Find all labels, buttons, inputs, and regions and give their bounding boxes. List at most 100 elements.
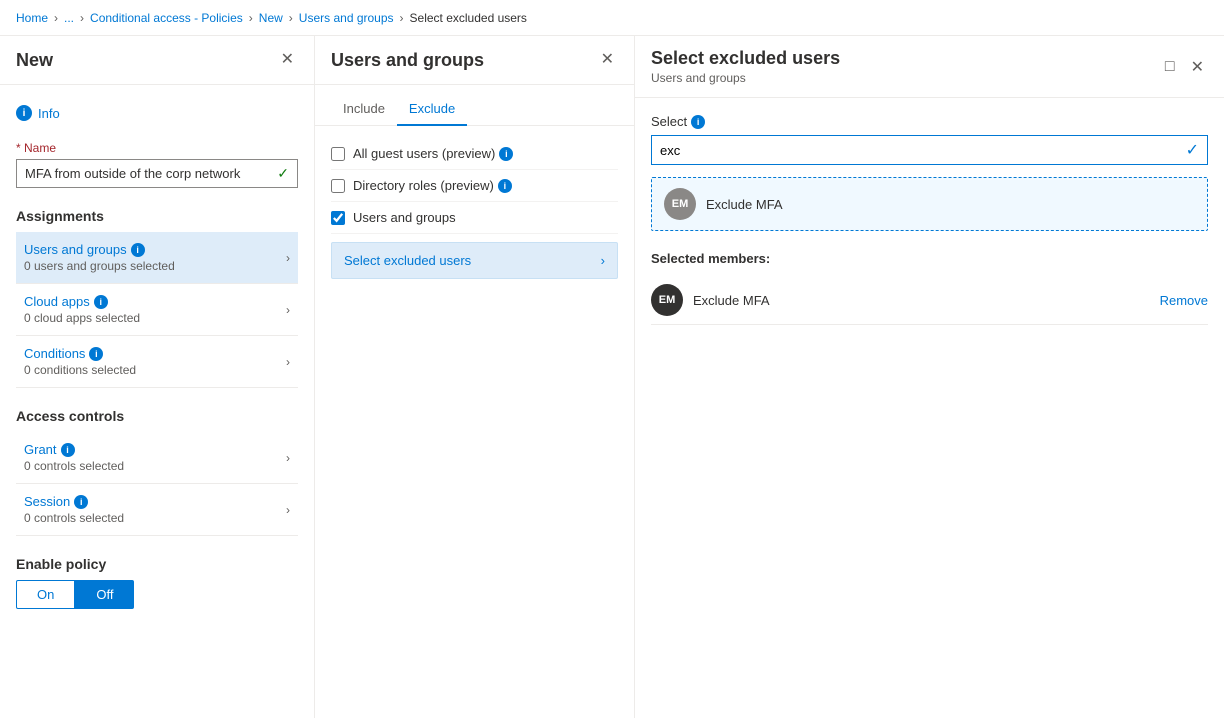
panel-users-title: Users and groups [331,50,484,71]
toggle-group: On Off [16,580,298,609]
search-input[interactable] [660,143,1186,158]
nav-item-users-groups-left: Users and groups i 0 users and groups se… [24,242,175,273]
session-info-icon[interactable]: i [74,495,88,509]
panel-excluded-header-left: Select excluded users Users and groups [651,48,840,85]
selected-members-label: Selected members: [651,251,1208,266]
nav-item-conditions-label: Conditions i [24,346,136,361]
users-and-groups-label[interactable]: Users and groups [353,210,456,225]
breadcrumb-sep-2: › [80,11,84,25]
breadcrumb-tenant[interactable]: ... [64,11,74,25]
nav-item-users-groups[interactable]: Users and groups i 0 users and groups se… [16,232,298,284]
users-groups-chevron-icon: › [286,251,290,265]
panel-excluded-header: Select excluded users Users and groups □… [635,36,1224,98]
breadcrumb-sep-1: › [54,11,58,25]
cloud-apps-info-icon[interactable]: i [94,295,108,309]
breadcrumb-home[interactable]: Home [16,11,48,25]
breadcrumb-sep-5: › [400,11,404,25]
breadcrumb-new[interactable]: New [259,11,283,25]
info-label: Info [38,106,60,121]
info-bar: i Info [16,97,298,129]
users-groups-info-icon[interactable]: i [131,243,145,257]
select-excluded-chevron-icon: › [601,253,605,268]
panel-new-title: New [16,50,53,71]
member-row-0: EM Exclude MFA Remove [651,276,1208,325]
all-guest-users-label[interactable]: All guest users (preview) i [353,146,513,161]
enable-policy-label: Enable policy [16,556,298,572]
session-chevron-icon: › [286,503,290,517]
toggle-off-button[interactable]: Off [75,580,134,609]
panel-excluded-close-button[interactable]: ✕ [1187,53,1208,81]
search-check-icon: ✓ [1186,140,1199,160]
select-excluded-users-label: Select excluded users [344,253,471,268]
panel-excluded-subtitle: Users and groups [651,71,840,85]
select-info-icon[interactable]: i [691,115,705,129]
breadcrumb-policies[interactable]: Conditional access - Policies [90,11,243,25]
tab-include[interactable]: Include [331,93,397,126]
cloud-apps-chevron-icon: › [286,303,290,317]
nav-item-cloud-apps-left: Cloud apps i 0 cloud apps selected [24,294,140,325]
nav-item-session-label: Session i [24,494,124,509]
assignments-title: Assignments [16,208,298,224]
breadcrumb-current: Select excluded users [410,11,527,25]
panel-users-content: All guest users (preview) i Directory ro… [315,126,634,718]
panel-excluded-content: Select i ✓ EM Exclude MFA Selected membe… [635,98,1224,718]
name-value: MFA from outside of the corp network [25,166,240,181]
grant-info-icon[interactable]: i [61,443,75,457]
all-guest-users-checkbox[interactable] [331,147,345,161]
panel-excluded: Select excluded users Users and groups □… [635,36,1224,718]
panel-users-header: Users and groups ✕ [315,36,634,85]
conditions-chevron-icon: › [286,355,290,369]
access-controls-section: Access controls Grant i 0 controls selec… [16,408,298,536]
enable-policy-section: Enable policy On Off [16,556,298,625]
users-and-groups-checkbox[interactable] [331,211,345,225]
checkbox-all-guest-users: All guest users (preview) i [331,138,618,170]
nav-item-session-sub: 0 controls selected [24,511,124,525]
panel-new-close-button[interactable]: ✕ [277,48,298,72]
breadcrumb-sep-3: › [249,11,253,25]
directory-roles-info-icon[interactable]: i [498,179,512,193]
grant-chevron-icon: › [286,451,290,465]
nav-item-users-groups-sub: 0 users and groups selected [24,259,175,273]
all-guest-info-icon[interactable]: i [499,147,513,161]
panel-new: New ✕ i Info Name MFA from outside of th… [0,36,315,718]
nav-item-session-left: Session i 0 controls selected [24,494,124,525]
search-input-container[interactable]: ✓ [651,135,1208,165]
panel-new-header: New ✕ [0,36,314,85]
maximize-button[interactable]: □ [1161,54,1179,80]
directory-roles-checkbox[interactable] [331,179,345,193]
selected-members-section: Selected members: EM Exclude MFA Remove [651,251,1208,325]
name-input[interactable]: MFA from outside of the corp network ✓ [16,159,298,188]
name-check-icon: ✓ [277,165,289,182]
nav-item-grant[interactable]: Grant i 0 controls selected › [16,432,298,484]
selected-item-name: Exclude MFA [706,197,783,212]
nav-item-cloud-apps[interactable]: Cloud apps i 0 cloud apps selected › [16,284,298,336]
nav-item-cloud-apps-sub: 0 cloud apps selected [24,311,140,325]
nav-item-conditions-left: Conditions i 0 conditions selected [24,346,136,377]
nav-item-grant-left: Grant i 0 controls selected [24,442,124,473]
selected-item-box: EM Exclude MFA [651,177,1208,231]
member-name-0: Exclude MFA [693,293,1150,308]
info-icon: i [16,105,32,121]
member-avatar-0: EM [651,284,683,316]
tab-exclude[interactable]: Exclude [397,93,467,126]
panel-new-content: i Info Name MFA from outside of the corp… [0,85,314,718]
member-remove-button-0[interactable]: Remove [1160,293,1208,308]
access-controls-title: Access controls [16,408,298,424]
conditions-info-icon[interactable]: i [89,347,103,361]
panel-excluded-title: Select excluded users [651,48,840,69]
directory-roles-label[interactable]: Directory roles (preview) i [353,178,512,193]
breadcrumb-sep-4: › [289,11,293,25]
tabs: Include Exclude [315,93,634,126]
select-excluded-users-row[interactable]: Select excluded users › [331,242,618,279]
toggle-on-button[interactable]: On [16,580,75,609]
panel-users-close-button[interactable]: ✕ [597,48,618,72]
nav-item-conditions[interactable]: Conditions i 0 conditions selected › [16,336,298,388]
nav-item-cloud-apps-label: Cloud apps i [24,294,140,309]
breadcrumb-users-groups[interactable]: Users and groups [299,11,394,25]
breadcrumb: Home › ... › Conditional access - Polici… [0,0,1224,36]
header-actions: □ ✕ [1161,53,1208,81]
nav-item-session[interactable]: Session i 0 controls selected › [16,484,298,536]
selected-item-avatar: EM [664,188,696,220]
name-field-label: Name [16,141,298,155]
nav-item-conditions-sub: 0 conditions selected [24,363,136,377]
